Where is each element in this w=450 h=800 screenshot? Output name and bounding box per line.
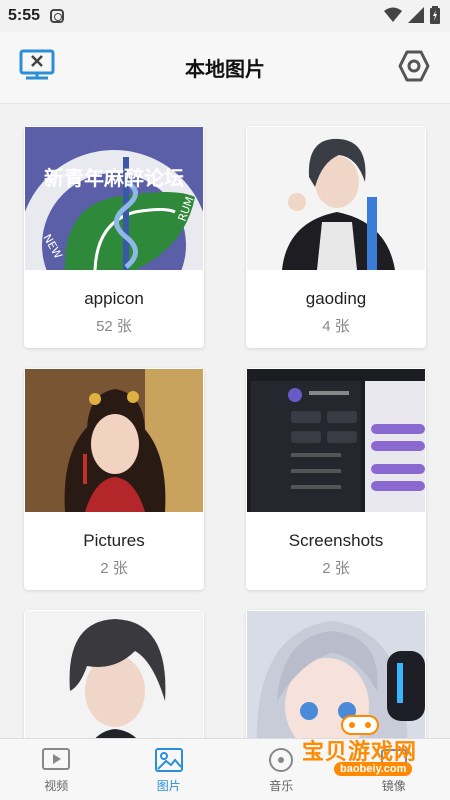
- album-count: 52 张: [96, 318, 132, 335]
- anime-boy-portrait-image: [25, 611, 203, 738]
- nav-label: 音乐: [269, 779, 294, 793]
- album-grid: 新青年麻醉论坛 NEW RUM appicon 52 张 gaoding 4 张: [0, 104, 450, 738]
- watermark: 宝贝游戏网 baobeiy.com: [302, 712, 442, 782]
- anime-boy-image: [247, 127, 425, 270]
- signal-icon: [408, 7, 424, 23]
- page-title: 本地图片: [185, 59, 265, 81]
- anime-girl-image: [25, 369, 203, 512]
- album-count: 2 张: [100, 560, 128, 577]
- album-thumbnail: [247, 369, 425, 512]
- nav-label: 图片: [156, 779, 181, 793]
- status-icons: [384, 6, 440, 24]
- album-thumbnail: [247, 127, 425, 270]
- forum-logo-image: 新青年麻醉论坛 NEW RUM: [25, 127, 203, 270]
- album-name: appicon: [84, 289, 144, 308]
- app-header: 本地图片: [0, 32, 450, 104]
- music-icon: [269, 748, 294, 772]
- album-thumbnail: [25, 611, 203, 738]
- album-card-appicon[interactable]: 新青年麻醉论坛 NEW RUM appicon 52 张: [24, 126, 204, 348]
- nav-item-image[interactable]: 图片: [113, 739, 226, 800]
- album-name: Pictures: [83, 531, 145, 550]
- album-card-gaoding[interactable]: gaoding 4 张: [246, 126, 426, 348]
- status-time: 5:55: [8, 7, 41, 24]
- status-bar: 5:55: [0, 0, 450, 32]
- album-name: gaoding: [305, 289, 367, 308]
- wifi-icon: [384, 7, 402, 22]
- album-thumbnail: [25, 369, 203, 512]
- screenshot-image: [247, 369, 425, 512]
- album-card[interactable]: [24, 610, 204, 738]
- screen-cast-button[interactable]: [18, 48, 58, 84]
- settings-button[interactable]: [396, 48, 432, 84]
- album-count: 2 张: [322, 560, 350, 577]
- screen-cast-icon: [19, 49, 55, 80]
- nav-item-video[interactable]: 视频: [0, 739, 113, 800]
- watermark-url: baobeiy.com: [334, 762, 413, 776]
- album-count: 4 张: [322, 318, 350, 335]
- video-icon: [42, 748, 71, 770]
- gamepad-icon: [341, 715, 379, 735]
- nav-label: 视频: [44, 779, 69, 793]
- gear-icon: [398, 50, 430, 82]
- album-thumbnail: 新青年麻醉论坛 NEW RUM: [25, 127, 203, 270]
- battery-icon: [430, 6, 440, 24]
- album-card-pictures[interactable]: Pictures 2 张: [24, 368, 204, 590]
- album-card-screenshots[interactable]: Screenshots 2 张: [246, 368, 426, 590]
- album-name: Screenshots: [288, 531, 384, 550]
- instagram-icon: [50, 9, 65, 23]
- image-icon: [154, 748, 183, 772]
- forum-logo-text: 新青年麻醉论坛: [44, 166, 184, 190]
